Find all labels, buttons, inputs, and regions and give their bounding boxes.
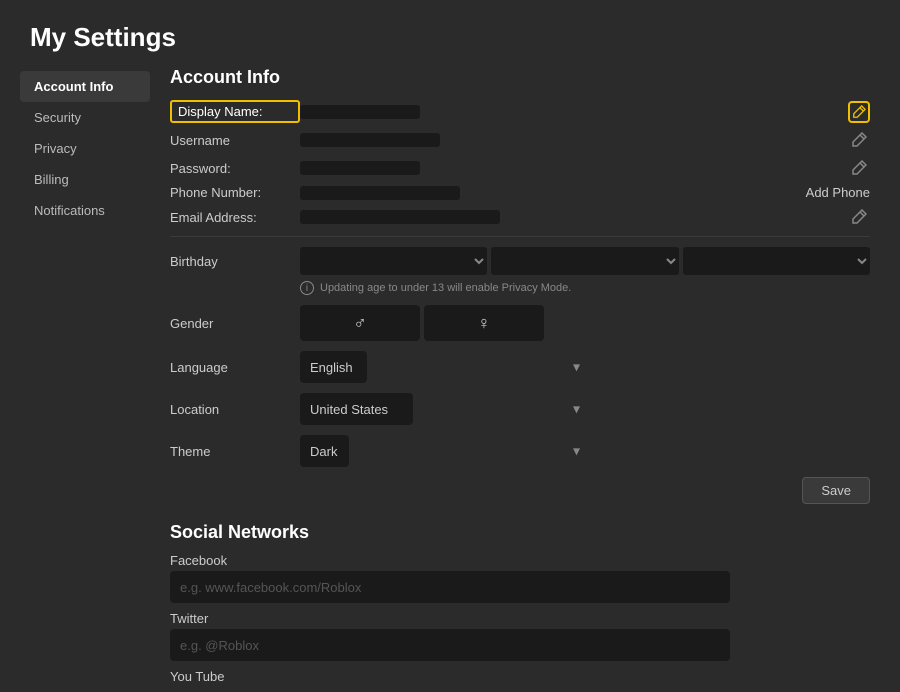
location-row: Location United States Canada United Kin… (170, 393, 870, 425)
email-label: Email Address: (170, 210, 300, 225)
birthday-year-select[interactable] (683, 247, 870, 275)
username-label: Username (170, 133, 300, 148)
account-info-container: Display Name: Username (170, 100, 870, 504)
gender-buttons: ♂ ♀ (300, 305, 544, 341)
sidebar-item-billing[interactable]: Billing (20, 164, 150, 195)
gender-female-button[interactable]: ♀ (424, 305, 544, 341)
privacy-note-text: Updating age to under 13 will enable Pri… (320, 282, 571, 294)
email-row: Email Address: (170, 206, 870, 228)
password-label: Password: (170, 161, 300, 176)
twitter-field: Twitter (170, 611, 870, 661)
display-name-value (300, 105, 420, 119)
gender-male-button[interactable]: ♂ (300, 305, 420, 341)
youtube-field: You Tube (170, 669, 870, 684)
username-value (300, 133, 440, 147)
password-value (300, 161, 420, 175)
gender-female-icon: ♀ (477, 313, 491, 334)
language-select[interactable]: English Spanish French German (300, 351, 367, 383)
username-row: Username (170, 129, 870, 151)
gender-row: Gender ♂ ♀ (170, 305, 870, 341)
birthday-month-select[interactable] (300, 247, 487, 275)
display-name-edit-icon[interactable] (848, 101, 870, 123)
theme-select[interactable]: Dark Light (300, 435, 349, 467)
facebook-field: Facebook (170, 553, 870, 603)
language-label: Language (170, 360, 300, 375)
section-title-account-info: Account Info (170, 67, 870, 88)
save-row: Save (170, 477, 870, 504)
birthday-day-select[interactable] (491, 247, 678, 275)
sidebar-item-account-info[interactable]: Account Info (20, 71, 150, 102)
section-divider (170, 236, 870, 237)
sidebar: Account Info Security Privacy Billing No… (20, 67, 150, 692)
password-row: Password: (170, 157, 870, 179)
facebook-input[interactable] (170, 571, 730, 603)
main-content: Account Info Display Name: Username (150, 67, 880, 692)
theme-select-wrapper: Dark Light (300, 435, 590, 467)
display-name-row: Display Name: (170, 100, 870, 123)
theme-label: Theme (170, 444, 300, 459)
email-value (300, 210, 500, 224)
youtube-label: You Tube (170, 669, 870, 684)
language-select-wrapper: English Spanish French German (300, 351, 590, 383)
username-edit-icon[interactable] (848, 129, 870, 151)
save-button[interactable]: Save (802, 477, 870, 504)
phone-row: Phone Number: Add Phone (170, 185, 870, 200)
page-title: My Settings (0, 0, 900, 67)
gender-male-icon: ♂ (353, 313, 367, 334)
theme-row: Theme Dark Light (170, 435, 870, 467)
info-icon: i (300, 281, 314, 295)
email-edit-icon[interactable] (848, 206, 870, 228)
language-row: Language English Spanish French German (170, 351, 870, 383)
gender-label: Gender (170, 316, 300, 331)
twitter-input[interactable] (170, 629, 730, 661)
add-phone-button[interactable]: Add Phone (806, 185, 870, 200)
birthday-label: Birthday (170, 254, 300, 269)
password-edit-icon[interactable] (848, 157, 870, 179)
phone-value (300, 186, 460, 200)
location-select[interactable]: United States Canada United Kingdom Aust… (300, 393, 413, 425)
facebook-label: Facebook (170, 553, 870, 568)
birthday-selects (300, 247, 870, 275)
social-section-title: Social Networks (170, 522, 870, 543)
location-label: Location (170, 402, 300, 417)
sidebar-item-privacy[interactable]: Privacy (20, 133, 150, 164)
twitter-label: Twitter (170, 611, 870, 626)
sidebar-item-notifications[interactable]: Notifications (20, 195, 150, 226)
display-name-label: Display Name: (170, 100, 300, 123)
phone-label: Phone Number: (170, 185, 300, 200)
location-select-wrapper: United States Canada United Kingdom Aust… (300, 393, 590, 425)
sidebar-item-security[interactable]: Security (20, 102, 150, 133)
privacy-note: i Updating age to under 13 will enable P… (300, 281, 870, 295)
birthday-row: Birthday (170, 247, 870, 275)
